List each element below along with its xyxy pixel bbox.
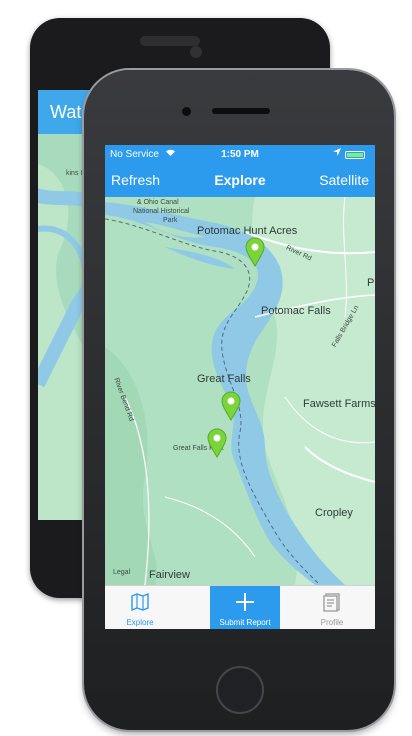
android-camera (190, 46, 202, 58)
iphone-camera (182, 107, 191, 116)
tab-profile-label: Profile (320, 618, 344, 627)
nav-bar: Refresh Explore Satellite (105, 165, 375, 197)
iphone-screen: No Service 1:50 PM Refresh Explore Satel… (105, 145, 375, 629)
map-label-fairview: Fairview (149, 569, 190, 581)
map-pin-icon[interactable] (245, 237, 265, 267)
tab-submit-report[interactable]: Submit Report (210, 586, 280, 629)
refresh-button[interactable]: Refresh (111, 172, 160, 188)
map-label-great-falls: Great Falls (197, 373, 251, 385)
map-label-fawsett-farms: Fawsett Farms (303, 398, 375, 410)
tab-profile[interactable]: Profile (297, 586, 367, 629)
profile-document-icon (323, 593, 340, 612)
tab-submit-report-label: Submit Report (219, 618, 271, 627)
android-speaker (140, 36, 200, 46)
battery-icon (345, 151, 365, 159)
map-legal-link[interactable]: Legal (113, 569, 130, 576)
tab-bar: Explore Submit Report Profile (105, 585, 375, 629)
iphone-earpiece (212, 108, 270, 114)
location-arrow-icon (333, 148, 341, 158)
iphone: No Service 1:50 PM Refresh Explore Satel… (84, 70, 394, 730)
map-label-park-2: Park (163, 217, 178, 224)
map-label-park-1: National Historical (133, 208, 190, 215)
map-pin-icon[interactable] (207, 428, 227, 458)
map-label-p: P (367, 277, 375, 289)
home-button[interactable] (216, 666, 264, 714)
map-label-cropley: Cropley (315, 507, 353, 519)
map-icon (131, 592, 149, 612)
status-bar: No Service 1:50 PM (105, 145, 375, 165)
satellite-button[interactable]: Satellite (319, 172, 369, 188)
map-label-potomac-hunt-acres: Potomac Hunt Acres (197, 225, 298, 237)
map-pin-icon[interactable] (221, 391, 241, 421)
plus-icon (236, 593, 254, 611)
map-label-canal: & Ohio Canal (137, 199, 179, 206)
tab-explore-label: Explore (126, 618, 154, 627)
map-view[interactable]: & Ohio Canal National Historical Park Po… (105, 196, 375, 586)
map-label-potomac-falls: Potomac Falls (261, 305, 331, 317)
tab-explore[interactable]: Explore (105, 586, 175, 629)
